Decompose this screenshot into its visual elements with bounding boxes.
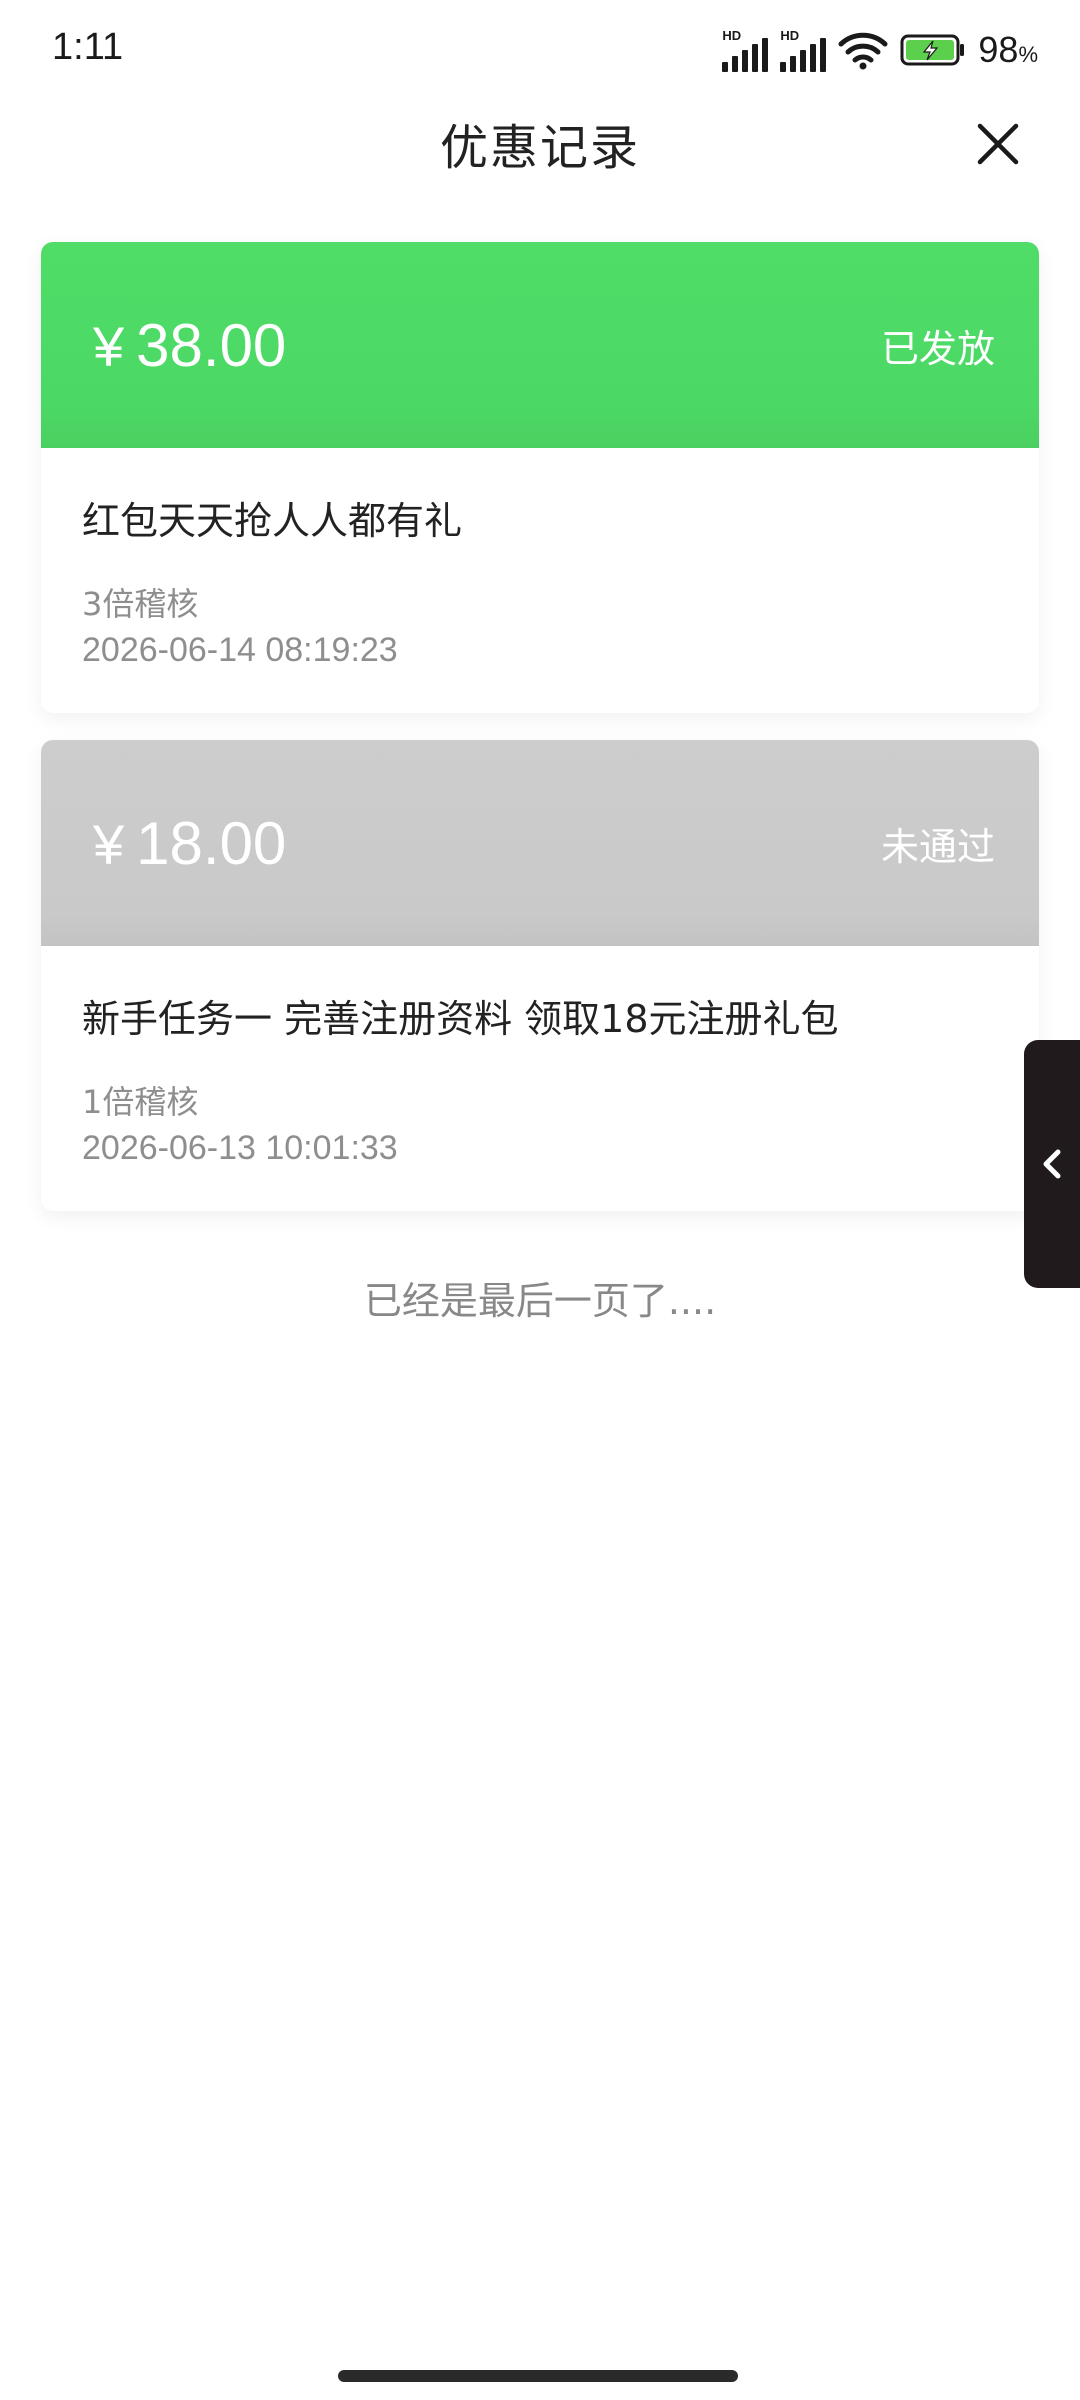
record-amount: ¥ 38.00 <box>93 311 286 380</box>
currency-symbol: ¥ <box>93 812 125 876</box>
amount-value: 18.00 <box>136 809 287 877</box>
record-status: 未通过 <box>880 824 995 869</box>
page-title: 优惠记录 <box>439 120 640 176</box>
status-time: 1:11 <box>52 26 124 68</box>
signal-hd-label: HD <box>722 28 742 43</box>
battery-level: 98% <box>978 29 1038 70</box>
record-multiplier: 1倍稽核 <box>82 1083 199 1121</box>
record-card-body: 新手任务一 完善注册资料 领取18元注册礼包 1倍稽核 2026-06-13 1… <box>41 946 1039 1211</box>
side-drawer-tab[interactable] <box>1024 1040 1080 1288</box>
signal-hd-label: HD <box>780 28 800 43</box>
record-title: 新手任务一 完善注册资料 领取18元注册礼包 <box>82 997 839 1041</box>
record-status: 已发放 <box>880 326 995 371</box>
signal-icon: HD <box>722 28 769 72</box>
record-card[interactable]: ¥ 18.00 未通过 新手任务一 完善注册资料 领取18元注册礼包 1倍稽核 … <box>41 740 1039 1211</box>
record-amount: ¥ 18.00 <box>93 809 286 878</box>
currency-symbol: ¥ <box>93 314 125 378</box>
close-button[interactable] <box>970 116 1026 172</box>
record-card-header: ¥ 18.00 未通过 <box>41 740 1039 946</box>
status-bar: 1:11 HD HD 98% <box>0 0 1080 100</box>
wifi-icon <box>838 32 888 70</box>
record-multiplier: 3倍稽核 <box>82 585 199 623</box>
record-card[interactable]: ¥ 38.00 已发放 红包天天抢人人都有礼 3倍稽核 2026-06-14 0… <box>41 242 1039 713</box>
screen: 1:11 HD HD 98% 优惠记录 ¥ 38.00 已发放 红包天天抢人人都… <box>0 0 1080 2400</box>
end-of-list-text: 已经是最后一页了.... <box>363 1279 717 1323</box>
signal-icon: HD <box>780 28 827 72</box>
record-card-body: 红包天天抢人人都有礼 3倍稽核 2026-06-14 08:19:23 <box>41 448 1039 713</box>
record-title: 红包天天抢人人都有礼 <box>82 499 463 543</box>
close-icon[interactable] <box>970 116 1026 172</box>
status-icons: HD HD 98% <box>722 26 1038 74</box>
record-datetime: 2026-06-14 08:19:23 <box>82 631 398 669</box>
record-datetime: 2026-06-13 10:01:33 <box>82 1129 398 1167</box>
record-card-header: ¥ 38.00 已发放 <box>41 242 1039 448</box>
amount-value: 38.00 <box>136 311 287 379</box>
home-indicator[interactable] <box>338 2370 738 2382</box>
chevron-left-icon <box>1043 1149 1061 1179</box>
battery-charging-icon <box>900 34 965 66</box>
